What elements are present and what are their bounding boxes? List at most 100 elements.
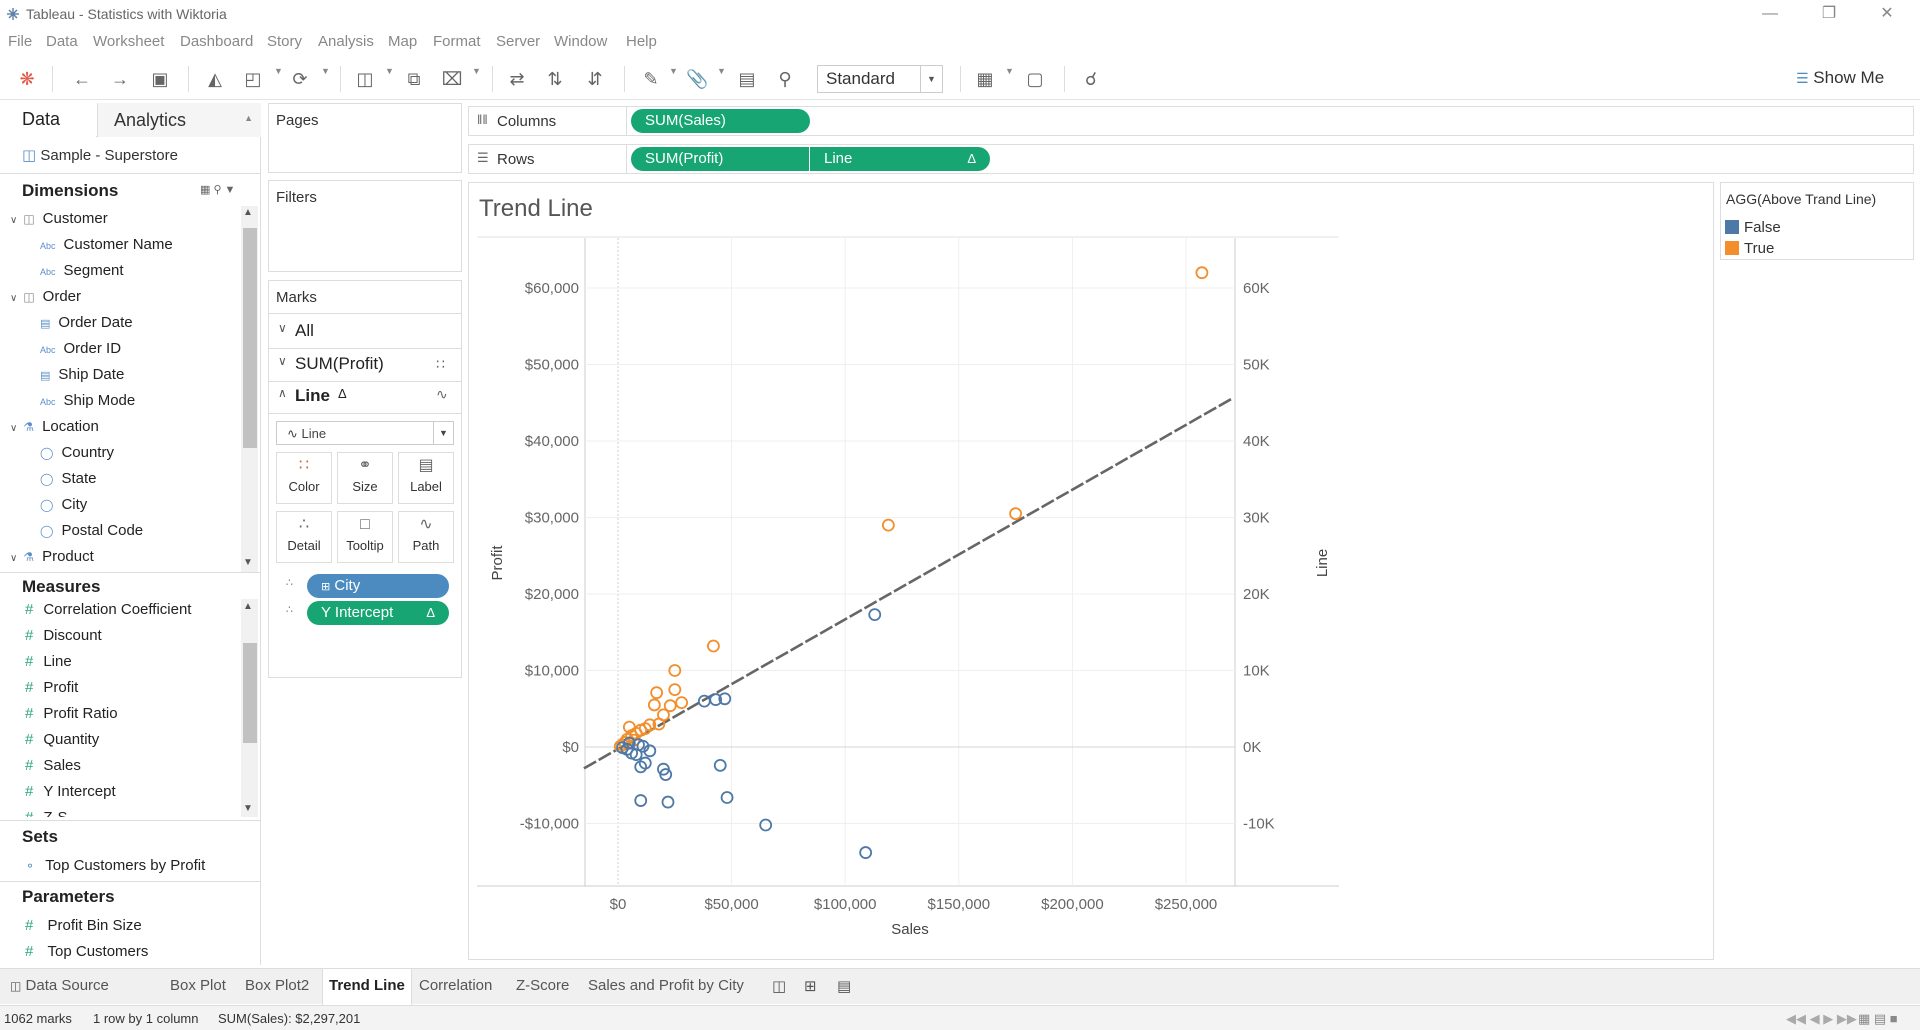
measure-item[interactable]: # Profit Ratio [25,705,118,722]
size-button[interactable]: ⚭ Size [337,452,393,504]
data-point-false[interactable] [720,791,734,804]
datasource-tab[interactable]: ◫ Data Source [10,977,109,994]
dimension-item[interactable]: ∨ ⚗ Product [10,548,94,565]
datasource-item[interactable]: ◫ Sample - Superstore [22,146,178,164]
view-mode-icon[interactable]: ▦ ▤ ■ [1858,1011,1898,1027]
data-point-true[interactable] [1195,266,1209,280]
measure-item[interactable]: # Correlation Coefficient [25,601,191,618]
dimension-item[interactable]: ◯ Postal Code [40,522,143,539]
data-point-true[interactable] [668,683,682,697]
show-cards-dropdown-icon[interactable]: ▼ [1005,66,1015,76]
save-icon[interactable]: ▣ [149,68,171,90]
scroll-up-icon[interactable]: ▲ [243,207,253,218]
menu-story[interactable]: Story [267,33,302,50]
y-intercept-pill[interactable]: Y Intercept Δ [307,601,449,625]
columns-shelf[interactable]: ‖‖ Columns SUM(Sales) [468,106,1914,136]
dimensions-tools-icon[interactable]: ▦ ⚲ ▼ [200,183,235,196]
dimension-item[interactable]: ◯ Country [40,444,114,461]
menu-data[interactable]: Data [46,33,78,50]
dimensions-scroll-thumb[interactable] [243,228,257,448]
legend-item[interactable]: True [1725,240,1774,257]
labels-icon[interactable]: ▤ [736,68,758,90]
sheet-tab[interactable]: Sales and Profit by City [588,977,744,994]
refresh-icon[interactable]: ⟳ [289,68,311,90]
data-point-false[interactable] [661,795,675,809]
highlight-dropdown-icon[interactable]: ▼ [669,66,679,76]
sort-descending-icon[interactable]: ⇵ [584,68,606,90]
parameter-item[interactable]: # Profit Bin Size [25,917,142,934]
share-icon[interactable]: ☌ [1080,68,1102,90]
new-worksheet-icon[interactable]: ◫ [772,977,786,995]
pane-menu-icon[interactable]: ▲ [244,113,253,123]
presentation-icon[interactable]: ▢ [1024,68,1046,90]
menu-window[interactable]: Window [554,33,607,50]
menu-file[interactable]: File [8,33,32,50]
pin-icon[interactable]: ⚲ [774,68,796,90]
pause-dropdown-icon[interactable]: ▼ [274,66,284,76]
clear-sheet-icon[interactable]: ⌧ [441,68,463,90]
tooltip-button[interactable]: □ Tooltip [337,511,393,563]
refresh-dropdown-icon[interactable]: ▼ [321,66,331,76]
show-cards-icon[interactable]: ▦ [974,68,996,90]
data-point-true[interactable] [675,696,689,710]
sheet-tab[interactable]: Box Plot2 [245,977,309,994]
pages-shelf[interactable]: Pages [268,103,462,173]
sheet-tab[interactable]: Correlation [419,977,492,994]
dimension-item[interactable]: Abc Customer Name [40,236,173,253]
dimension-item[interactable]: ∨ ◫ Customer [10,210,108,227]
menu-format[interactable]: Format [433,33,481,50]
measure-item[interactable]: # Profit [25,679,78,696]
scroll-down-icon[interactable]: ▼ [243,557,253,568]
city-pill[interactable]: ⊞ City [307,574,449,598]
restore-icon[interactable]: ❐ [1814,4,1844,24]
menu-server[interactable]: Server [496,33,540,50]
clear-dropdown-icon[interactable]: ▼ [472,66,482,76]
line-pill[interactable]: Line Δ [810,147,990,171]
measure-item[interactable]: # Quantity [25,731,99,748]
data-point-true[interactable] [650,686,664,700]
group-icon[interactable]: 📎 [686,68,708,90]
new-dashboard-icon[interactable]: ⊞ [804,977,817,995]
fit-mode-select[interactable]: Standard ▼ [817,65,943,93]
swap-icon[interactable]: ⇄ [506,68,528,90]
mark-type-select[interactable]: ∿ Line ▼ [276,421,454,445]
data-point-true[interactable] [647,698,661,712]
menu-map[interactable]: Map [388,33,417,50]
minimize-icon[interactable]: — [1755,4,1785,24]
scroll-down-icon[interactable]: ▼ [243,803,253,814]
sheet-nav-icon[interactable]: ◀◀ ◀ ▶ ▶▶ [1786,1011,1857,1027]
measure-item[interactable]: # Discount [25,627,102,644]
sheet-tab[interactable]: Box Plot [170,977,226,994]
legend-item[interactable]: False [1725,219,1781,236]
data-point-false[interactable] [759,818,773,832]
menu-analysis[interactable]: Analysis [318,33,374,50]
dimension-item[interactable]: ◯ City [40,496,87,513]
data-point-false[interactable] [713,758,727,772]
measure-item[interactable]: # Sales [25,757,81,774]
path-button[interactable]: ∿ Path [398,511,454,563]
show-me-button[interactable]: ☰ Show Me [1796,68,1884,88]
dimension-item[interactable]: Abc Segment [40,262,124,279]
detail-button[interactable]: ∴ Detail [276,511,332,563]
dimension-item[interactable]: ▤ Order Date [40,314,133,331]
duplicate-sheet-icon[interactable]: ⧉ [403,68,425,90]
dimension-item[interactable]: ▤ Ship Date [40,366,124,383]
dimension-item[interactable]: Abc Order ID [40,340,121,357]
tab-analytics[interactable]: Analytics ▲ [97,103,261,137]
label-button[interactable]: ▤ Label [398,452,454,504]
data-point-true[interactable] [707,639,720,653]
dimension-item[interactable]: Abc Ship Mode [40,392,135,409]
dimension-item[interactable]: ∨ ⚗ Location [10,418,99,435]
menu-help[interactable]: Help [626,33,657,50]
new-worksheet-icon[interactable]: ◫ [354,68,376,90]
measure-item[interactable]: # Z-S [25,809,68,817]
pause-updates-icon[interactable]: ◰ [242,68,264,90]
tab-data[interactable]: Data [0,103,96,137]
trend-line-chart[interactable]: Trend Line $0 $50,000 $100,000 $150,000 $200,… [469,183,1715,961]
menu-worksheet[interactable]: Worksheet [93,33,164,50]
measure-item[interactable]: # Line [25,653,72,670]
new-worksheet-dropdown-icon[interactable]: ▼ [385,66,395,76]
sheet-tab-active[interactable]: Trend Line [322,969,412,1005]
scroll-up-icon[interactable]: ▲ [243,601,253,612]
dimension-item[interactable]: ∨ ◫ Order [10,288,81,305]
